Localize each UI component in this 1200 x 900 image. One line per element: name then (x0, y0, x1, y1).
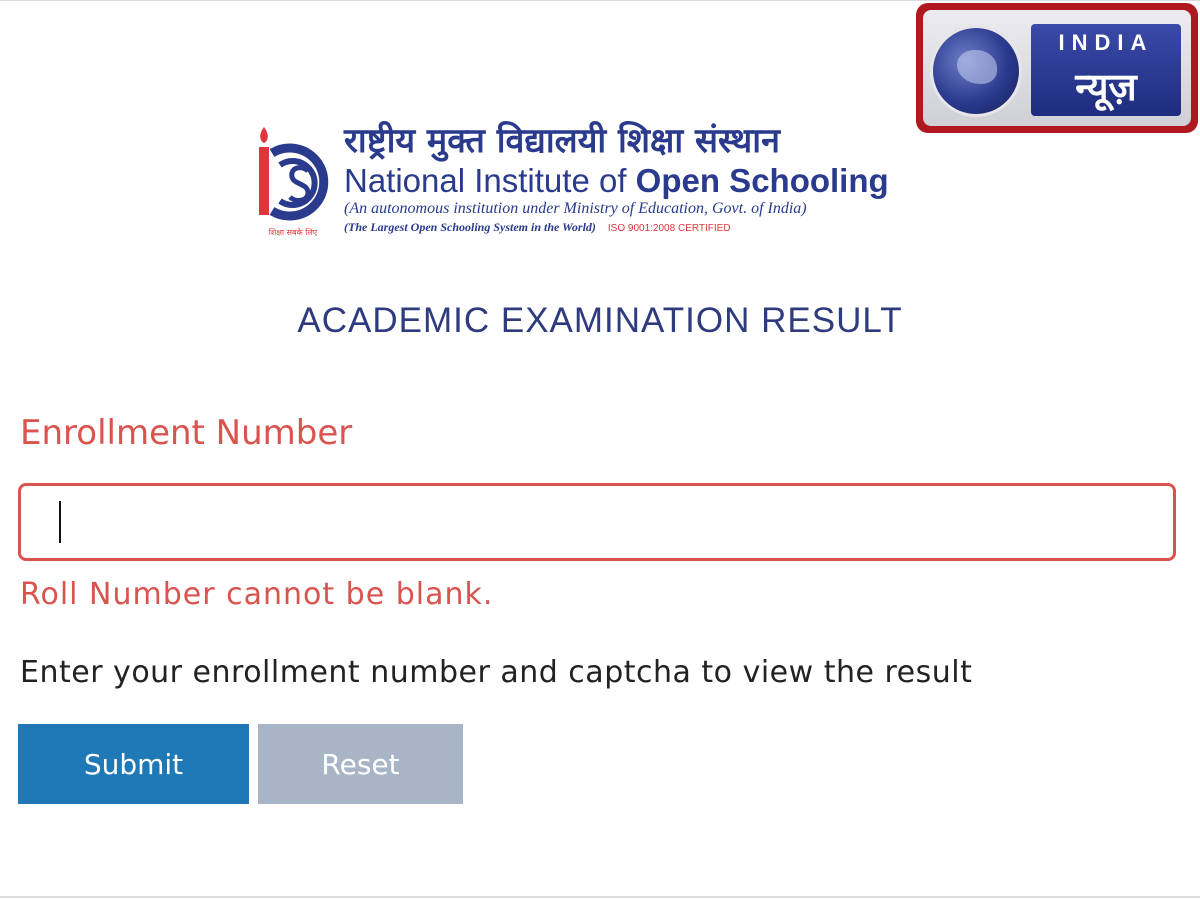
text-caret (59, 501, 61, 543)
enrollment-error-message: Roll Number cannot be blank. (20, 577, 494, 612)
watermark-inner: INDIA न्यूज़ (923, 10, 1191, 126)
reset-button[interactable]: Reset (258, 724, 463, 804)
org-name-hindi: राष्ट्रीय मुक्त विद्यालयी शिक्षा संस्थान (344, 121, 780, 161)
org-name-english-regular: National Institute of (344, 162, 636, 199)
watermark-panel: INDIA न्यूज़ (1031, 24, 1181, 116)
emblem-caption: शिक्षा सबके लिए (268, 228, 318, 237)
india-news-watermark: INDIA न्यूज़ (916, 3, 1198, 133)
bottom-divider (0, 896, 1200, 898)
watermark-line2: न्यूज़ (1075, 65, 1137, 109)
org-name-english: National Institute of Open Schooling (344, 163, 944, 199)
page-title: ACADEMIC EXAMINATION RESULT (297, 301, 903, 340)
nios-logo: शिक्षा सबके लिए राष्ट्रीय मुक्त विद्यालय… (250, 119, 950, 249)
nios-emblem-icon (259, 127, 329, 221)
instruction-text: Enter your enrollment number and captcha… (20, 655, 973, 690)
enrollment-number-input[interactable] (18, 483, 1176, 561)
nios-text-block: राष्ट्रीय मुक्त विद्यालयी शिक्षा संस्थान… (344, 119, 944, 237)
org-tagline: (An autonomous institution under Ministr… (344, 200, 807, 217)
org-name-english-bold: Open Schooling (635, 162, 889, 199)
enrollment-label: Enrollment Number (20, 413, 353, 453)
result-page: INDIA न्यूज़ शिक्षा सबके लिए राष्ट्रीय म… (0, 0, 1200, 900)
iso-certification: ISO 9001:2008 CERTIFIED (607, 223, 731, 234)
submit-button[interactable]: Submit (18, 724, 249, 804)
watermark-line1: INDIA (1058, 30, 1154, 55)
org-tagline-2: (The Largest Open Schooling System in th… (344, 219, 944, 237)
org-tagline2-text: (The Largest Open Schooling System in th… (344, 220, 596, 234)
globe-icon (933, 28, 1019, 114)
